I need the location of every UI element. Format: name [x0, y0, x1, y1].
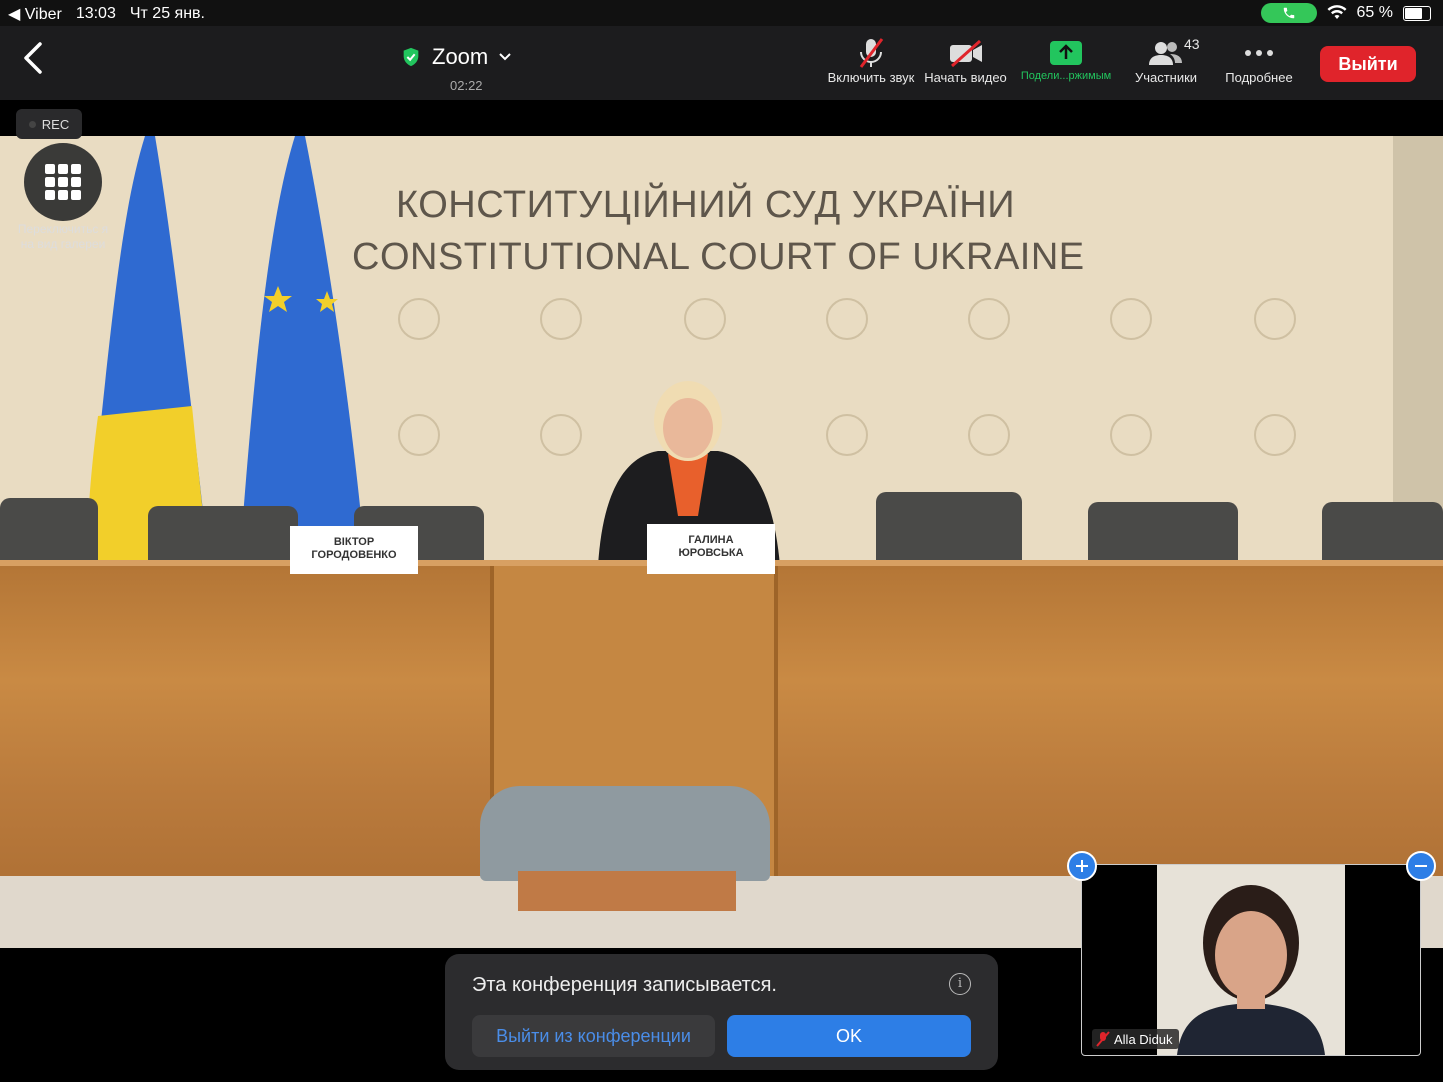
self-video-thumbnail[interactable]: Alla Diduk [1081, 864, 1421, 1056]
phone-icon [1283, 7, 1294, 19]
meeting-title-dropdown[interactable]: Zoom [400, 44, 535, 70]
chevron-down-icon [499, 53, 511, 61]
nameplate-first-name: ВІКТОР [333, 536, 375, 548]
more-label: Подробнее [1225, 70, 1293, 85]
ios-status-bar: ◀ Viber 13:03 Чт 25 янв. 65 % [0, 0, 1443, 26]
participant-name: Alla Diduk [1114, 1031, 1173, 1047]
battery-percent: 65 % [1356, 4, 1393, 21]
start-video-label: Начать видео [924, 70, 1007, 85]
nameplate-last-name: ЮРОВСЬКА [678, 547, 744, 559]
leave-conference-button[interactable]: Выйти из конференции [472, 1015, 715, 1057]
participants-label: Участники [1134, 70, 1198, 85]
battery-icon [1403, 5, 1431, 21]
shield-check-icon [403, 47, 419, 67]
chair [1088, 502, 1238, 566]
chair [1322, 502, 1443, 566]
record-dot-icon [28, 120, 36, 128]
nameplate: ГАЛИНА ЮРОВСЬКА [647, 524, 775, 574]
chevron-left-icon [24, 42, 42, 74]
participants-icon [1149, 42, 1182, 65]
participants-button[interactable]: 43 Участники [1127, 36, 1205, 85]
unmute-label: Включить звук [827, 70, 915, 85]
chair [0, 498, 98, 568]
share-screen-button[interactable]: Подели...ржимым [1013, 36, 1119, 82]
nameplate-last-name: ГОРОДОВЕНКО [311, 549, 397, 561]
microphone-muted-icon [1096, 1031, 1110, 1047]
more-dots-icon [1245, 50, 1273, 56]
planter [518, 871, 736, 911]
back-button[interactable] [20, 40, 48, 76]
chair [876, 492, 1022, 566]
leave-meeting-button[interactable]: Выйти [1320, 46, 1416, 82]
gallery-view-label: Переключитьс я на вид галереи [17, 222, 109, 251]
share-label: Подели...ржимым [1020, 70, 1112, 82]
gallery-view-button[interactable] [24, 143, 102, 221]
recording-label: REC [41, 116, 70, 132]
video-off-icon [949, 39, 982, 67]
banner-title-uk: КОНСТИТУЦІЙНИЙ СУД УКРАЇНИ [396, 184, 1016, 226]
share-arrow-icon [1050, 41, 1082, 65]
nameplate-first-name: ГАЛИНА [688, 534, 734, 546]
plus-icon [1076, 860, 1088, 872]
video-frame: КОНСТИТУЦІЙНИЙ СУД УКРАЇНИ CONSTITUTIONA… [0, 136, 1443, 948]
meeting-title: Zoom [432, 44, 489, 69]
minimize-thumbnail-button[interactable] [1406, 851, 1436, 881]
active-call-indicator[interactable] [1260, 3, 1317, 23]
recording-notice-dialog: Эта конференция записывается. i Выйти из… [445, 954, 998, 1070]
meeting-toolbar: Zoom 02:22 Включить звук Начать видео По… [0, 26, 1443, 100]
flower-arrangement [480, 786, 770, 881]
info-icon[interactable]: i [949, 973, 971, 995]
participants-count: 43 [1184, 36, 1200, 52]
recording-badge: REC [16, 109, 82, 139]
ok-button[interactable]: OK [727, 1015, 971, 1057]
more-button[interactable]: Подробнее [1216, 36, 1302, 85]
grid-icon [45, 164, 81, 200]
unmute-button[interactable]: Включить звук [825, 36, 917, 85]
wifi-icon [1327, 5, 1347, 19]
expand-thumbnail-button[interactable] [1067, 851, 1097, 881]
recording-notice-text: Эта конференция записывается. [472, 974, 777, 996]
nameplate: ВІКТОР ГОРОДОВЕНКО [290, 526, 418, 574]
clock: 13:03 [75, 5, 116, 22]
date: Чт 25 янв. [129, 5, 205, 22]
participant-name-tag: Alla Diduk [1092, 1029, 1179, 1049]
start-video-button[interactable]: Начать видео [918, 36, 1013, 85]
banner-title-en: CONSTITUTIONAL COURT OF UKRAINE [352, 236, 1085, 278]
back-to-app-link[interactable]: ◀ Viber [8, 4, 62, 24]
active-speaker-video[interactable]: КОНСТИТУЦІЙНИЙ СУД УКРАЇНИ CONSTITUTIONA… [0, 100, 1443, 948]
chair [148, 506, 298, 568]
microphone-muted-icon [859, 38, 884, 68]
minus-icon [1415, 865, 1427, 867]
participant-photo [1157, 865, 1345, 1055]
meeting-timer: 02:22 [450, 78, 483, 93]
